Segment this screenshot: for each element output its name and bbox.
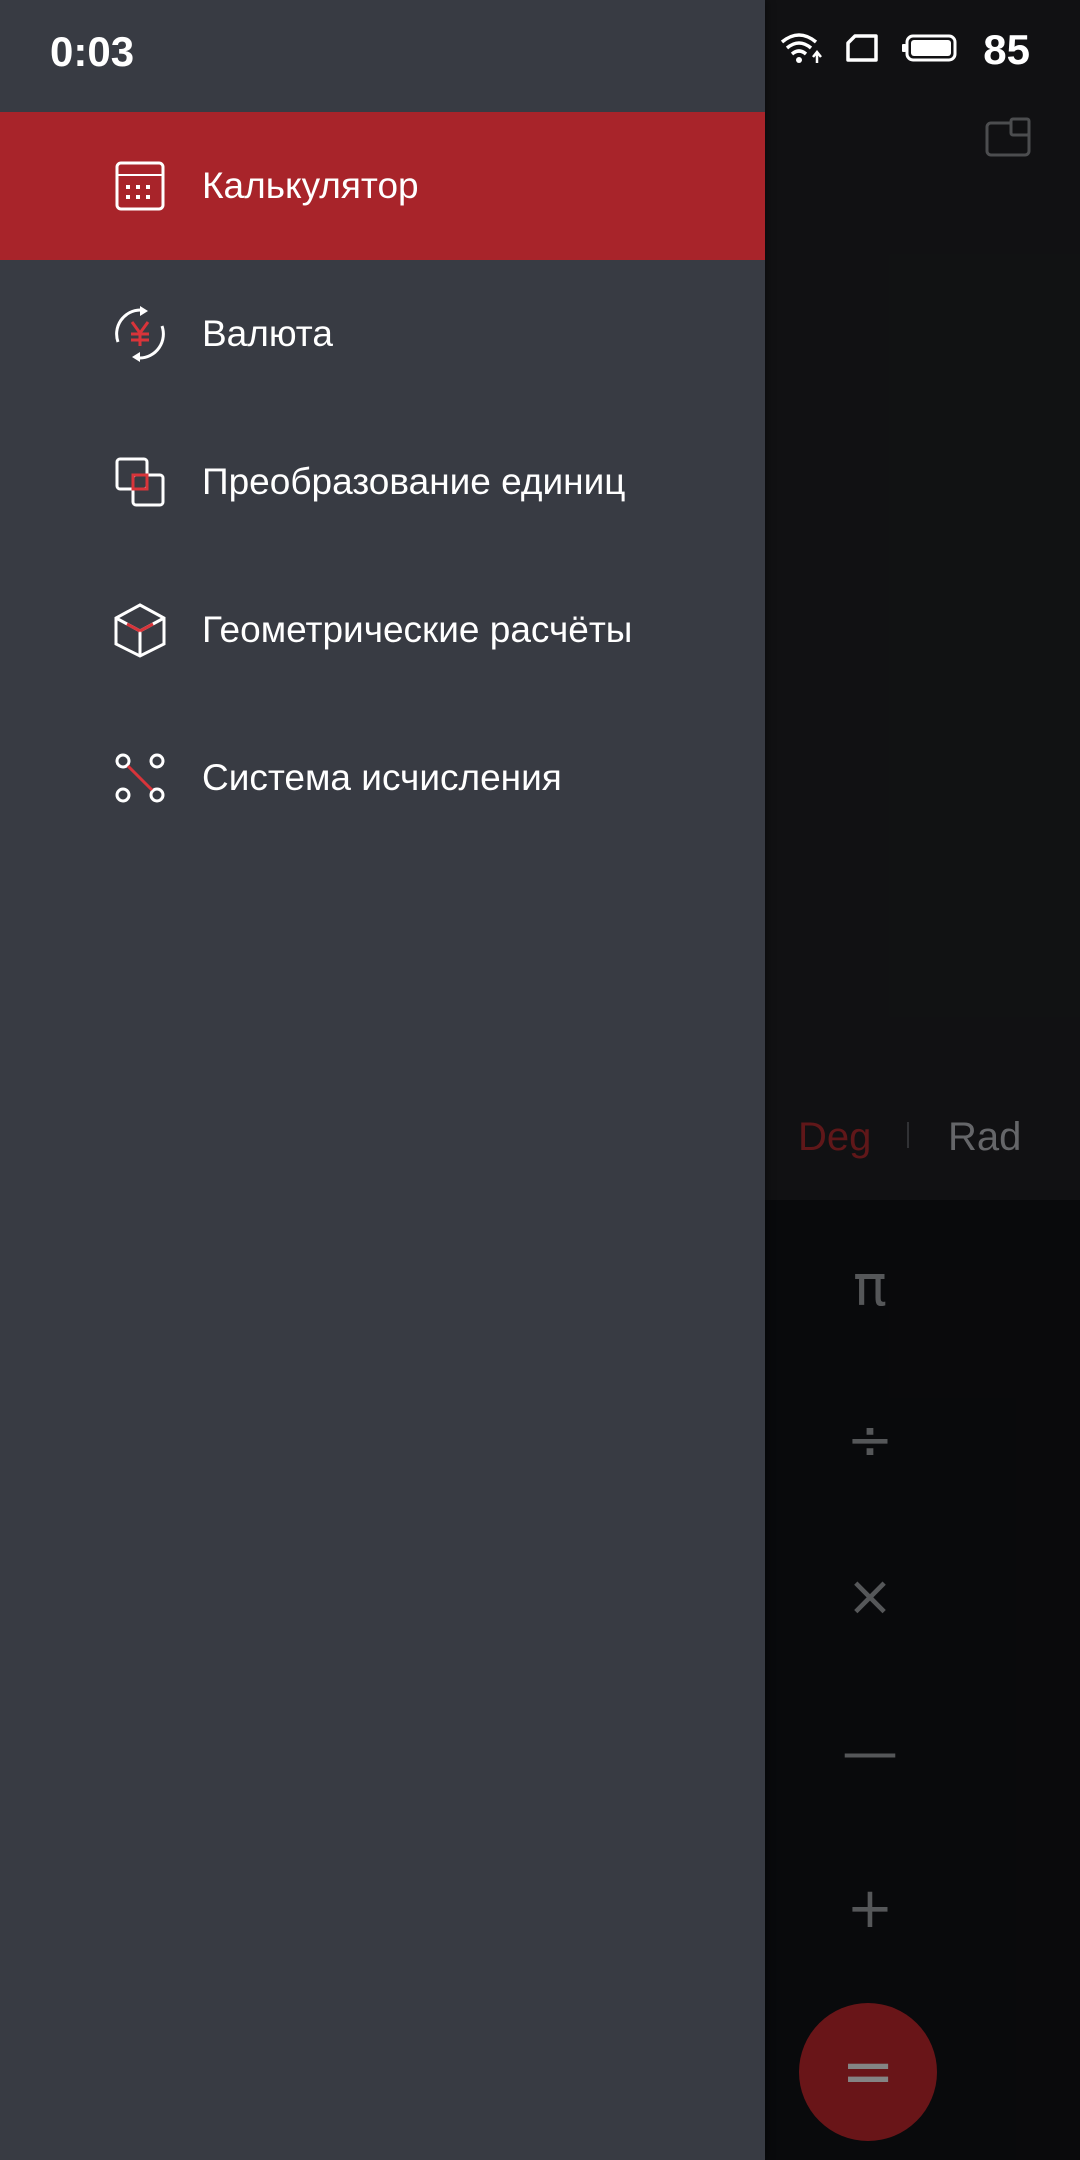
unit-conversion-icon xyxy=(110,452,170,512)
menu-item-label: Система исчисления xyxy=(202,757,562,798)
calculator-icon xyxy=(110,156,170,216)
navigation-drawer: Калькулятор Валюта Преобразование единиц… xyxy=(0,0,765,2160)
status-time: 0:03 xyxy=(50,28,135,75)
menu-item-label: Валюта xyxy=(202,313,333,354)
menu-item-calculator[interactable]: Калькулятор xyxy=(0,112,765,260)
sim-icon xyxy=(845,33,879,68)
menu-item-label: Калькулятор xyxy=(202,165,419,206)
menu-item-unit-conversion[interactable]: Преобразование единиц xyxy=(0,408,765,556)
battery-icon xyxy=(901,33,959,68)
menu-item-label: Преобразование единиц xyxy=(202,461,626,502)
menu-item-currency[interactable]: Валюта xyxy=(0,260,765,408)
drawer-menu: Калькулятор Валюта Преобразование единиц… xyxy=(0,112,765,852)
battery-percent: 85 xyxy=(983,26,1030,73)
menu-item-number-system[interactable]: Система исчисления xyxy=(0,704,765,852)
wifi-icon xyxy=(779,31,823,70)
status-bar: 0:03 85 xyxy=(0,0,1080,104)
menu-item-geometry[interactable]: Геометрические расчёты xyxy=(0,556,765,704)
menu-item-label: Геометрические расчёты xyxy=(202,609,633,650)
number-system-icon xyxy=(110,748,170,808)
geometry-cube-icon xyxy=(110,600,170,660)
currency-exchange-icon xyxy=(110,304,170,364)
status-icons: 85 xyxy=(779,26,1030,74)
